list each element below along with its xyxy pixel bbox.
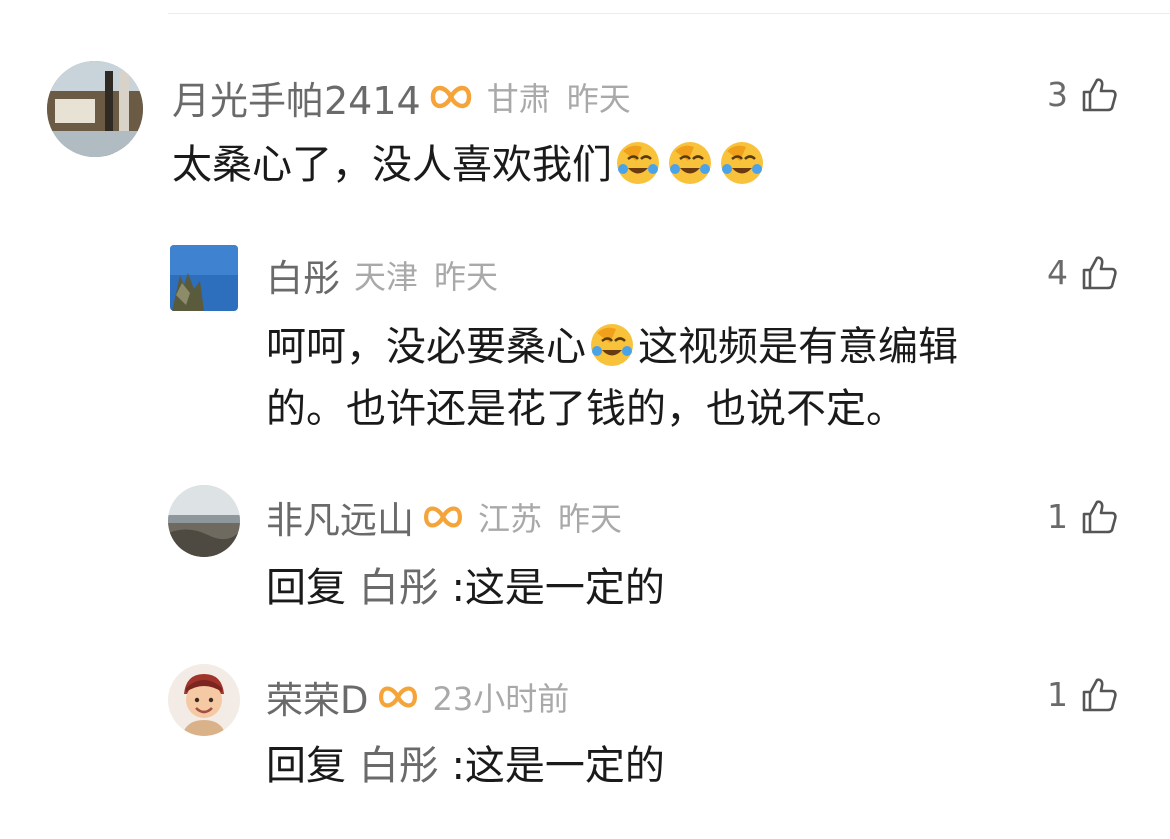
like-button[interactable]: 4 [1047, 253, 1118, 292]
comment-text: 回复 白彤 :这是一定的 [266, 743, 665, 789]
timestamp: 23小时前 [432, 680, 570, 718]
comment-text-line-2: 的。也许还是花了钱的，也说不定。 [266, 386, 906, 432]
like-button[interactable]: 1 [1047, 675, 1118, 714]
thumbs-up-icon [1082, 499, 1117, 533]
like-button[interactable]: 3 [1047, 75, 1118, 114]
laugh-cry-emoji [669, 142, 711, 184]
location: 天津 [354, 258, 419, 296]
timestamp: 昨天 [558, 500, 623, 538]
username[interactable]: 荣荣D [266, 670, 369, 724]
username[interactable]: 白彤 [266, 248, 340, 302]
reply-to-user-link[interactable]: 白彤 [359, 565, 439, 611]
avatar-comment-1[interactable] [47, 61, 143, 157]
like-button[interactable]: 1 [1047, 497, 1118, 536]
comment-1-header: 月光手帕2414 甘肃 昨天 [172, 70, 631, 124]
comment-4-header: 荣荣D 23小时前 [266, 670, 569, 724]
thumbs-up-icon [1082, 77, 1117, 111]
laugh-cry-emoji [591, 324, 633, 366]
comment-3-header: 非凡远山 江苏 昨天 [266, 490, 622, 544]
avatar-comment-2[interactable] [170, 245, 238, 311]
like-count: 1 [1047, 497, 1068, 536]
top-divider [168, 13, 1170, 14]
comment-text-line-1: 呵呵，没必要桑心 这视频是有意编辑 [266, 319, 958, 375]
comment-text: 回复 白彤 :这是一定的 [266, 565, 665, 611]
reply-to-user-link[interactable]: 白彤 [359, 743, 439, 789]
infinity-vip-badge-icon [430, 85, 471, 109]
location: 甘肃 [486, 80, 551, 118]
timestamp: 昨天 [434, 258, 499, 296]
thumbs-up-icon [1082, 255, 1117, 289]
timestamp: 昨天 [566, 80, 631, 118]
infinity-vip-badge-icon [424, 506, 462, 528]
infinity-vip-badge-icon [378, 686, 417, 708]
username[interactable]: 非凡远山 [266, 490, 414, 544]
avatar-comment-4[interactable] [168, 664, 240, 736]
thumbs-up-icon [1082, 677, 1117, 711]
like-count: 3 [1047, 75, 1068, 114]
username[interactable]: 月光手帕2414 [172, 70, 421, 125]
avatar-comment-3[interactable] [168, 485, 240, 557]
location: 江苏 [478, 500, 543, 538]
like-count: 4 [1047, 253, 1068, 292]
laugh-cry-emoji [721, 142, 763, 184]
like-count: 1 [1047, 675, 1068, 714]
reply-prefix: 回复 [266, 743, 346, 789]
laugh-cry-emoji [617, 142, 659, 184]
reply-prefix: 回复 [266, 565, 346, 611]
comment-text: 太桑心了，没人喜欢我们 [172, 137, 768, 193]
comment-2-header: 白彤 天津 昨天 [266, 248, 498, 302]
